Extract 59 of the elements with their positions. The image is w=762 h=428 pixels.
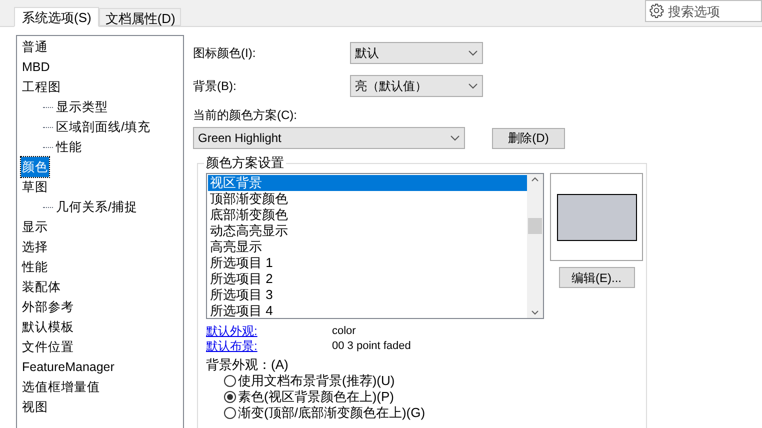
tree-item[interactable]: 默认模板 bbox=[21, 317, 75, 337]
field-value: color bbox=[332, 324, 356, 339]
field-value: 00 3 point faded bbox=[332, 339, 411, 354]
radio-option[interactable]: 渐变(顶部/底部渐变颜色在上)(G) bbox=[224, 405, 426, 421]
scrollbar[interactable] bbox=[527, 174, 543, 318]
tree-item[interactable]: 几何关系/捕捉 bbox=[55, 197, 138, 217]
list-item[interactable]: 动态高亮显示 bbox=[208, 223, 527, 239]
tree-item[interactable]: 颜色 bbox=[21, 157, 49, 177]
tree-item[interactable]: 普通 bbox=[21, 37, 49, 57]
search-field[interactable]: 搜索选项 bbox=[645, 0, 762, 22]
delete-button[interactable]: 删除(D) bbox=[492, 128, 565, 148]
tree-item[interactable]: 草图 bbox=[21, 177, 49, 197]
chevron-up-icon bbox=[531, 177, 539, 182]
radio-option[interactable]: 使用文档布景背景(推荐)(U) bbox=[224, 373, 395, 389]
list-item[interactable]: 视区背景 bbox=[208, 175, 527, 191]
list-item[interactable]: 底部渐变颜色 bbox=[208, 207, 527, 223]
link[interactable]: 默认外观: bbox=[206, 324, 332, 339]
chevron-down-icon bbox=[468, 83, 478, 89]
tree-item[interactable]: 选择 bbox=[21, 237, 49, 257]
tab[interactable]: 文档属性(D) bbox=[99, 8, 182, 26]
tree-item[interactable]: 外部参考 bbox=[21, 297, 75, 317]
dropdown[interactable]: 亮（默认值） bbox=[350, 75, 483, 97]
tree-item[interactable]: 装配体 bbox=[21, 277, 62, 297]
field-label: 图标颜色(I): bbox=[193, 45, 257, 62]
tree-item[interactable]: 性能 bbox=[55, 137, 83, 157]
chevron-down-icon bbox=[450, 135, 460, 141]
link[interactable]: 默认布景: bbox=[206, 339, 332, 354]
radio-option[interactable]: 素色(视区背景颜色在上)(P) bbox=[224, 389, 394, 405]
tree-item[interactable]: 性能 bbox=[21, 257, 49, 277]
chevron-down-icon bbox=[468, 50, 478, 56]
dropdown[interactable]: 默认 bbox=[350, 42, 483, 64]
tab[interactable]: 系统选项(S) bbox=[14, 7, 100, 27]
tree-item[interactable]: MBD bbox=[21, 57, 51, 77]
field-label: 背景外观：(A) bbox=[206, 356, 288, 373]
edit-button[interactable]: 编辑(E)... bbox=[558, 267, 634, 288]
dropdown[interactable]: Green Highlight bbox=[193, 127, 465, 149]
tree-item[interactable]: 显示类型 bbox=[55, 97, 109, 117]
tree-item[interactable]: 选值框增量值 bbox=[21, 377, 101, 397]
tree-item[interactable]: 工程图 bbox=[21, 77, 62, 97]
tree-item[interactable]: 显示 bbox=[21, 217, 49, 237]
list-item[interactable]: 所选项目 4 bbox=[208, 303, 527, 319]
scrollbar-thumb[interactable] bbox=[528, 218, 542, 234]
group-title: 颜色方案设置 bbox=[204, 155, 286, 171]
list-item[interactable]: 所选项目 1 bbox=[208, 255, 527, 271]
chevron-down-icon bbox=[531, 310, 539, 315]
field-label: 当前的颜色方案(C): bbox=[193, 107, 297, 124]
tree-item[interactable]: 文件位置 bbox=[21, 337, 75, 357]
list-item[interactable]: 高亮显示 bbox=[208, 239, 527, 255]
tree-item[interactable]: 区域剖面线/填充 bbox=[55, 117, 152, 137]
tree-item[interactable]: FeatureManager bbox=[21, 357, 116, 377]
radio-icon[interactable] bbox=[224, 375, 236, 387]
list-item[interactable]: 所选项目 2 bbox=[208, 271, 527, 287]
list-item[interactable]: 顶部渐变颜色 bbox=[208, 191, 527, 207]
radio-icon[interactable] bbox=[224, 391, 236, 403]
tree-item[interactable]: 视图 bbox=[21, 397, 49, 417]
list-item[interactable]: 所选项目 3 bbox=[208, 287, 527, 303]
radio-icon[interactable] bbox=[224, 407, 236, 419]
gear-icon bbox=[649, 3, 664, 18]
field-label: 背景(B): bbox=[193, 78, 238, 95]
